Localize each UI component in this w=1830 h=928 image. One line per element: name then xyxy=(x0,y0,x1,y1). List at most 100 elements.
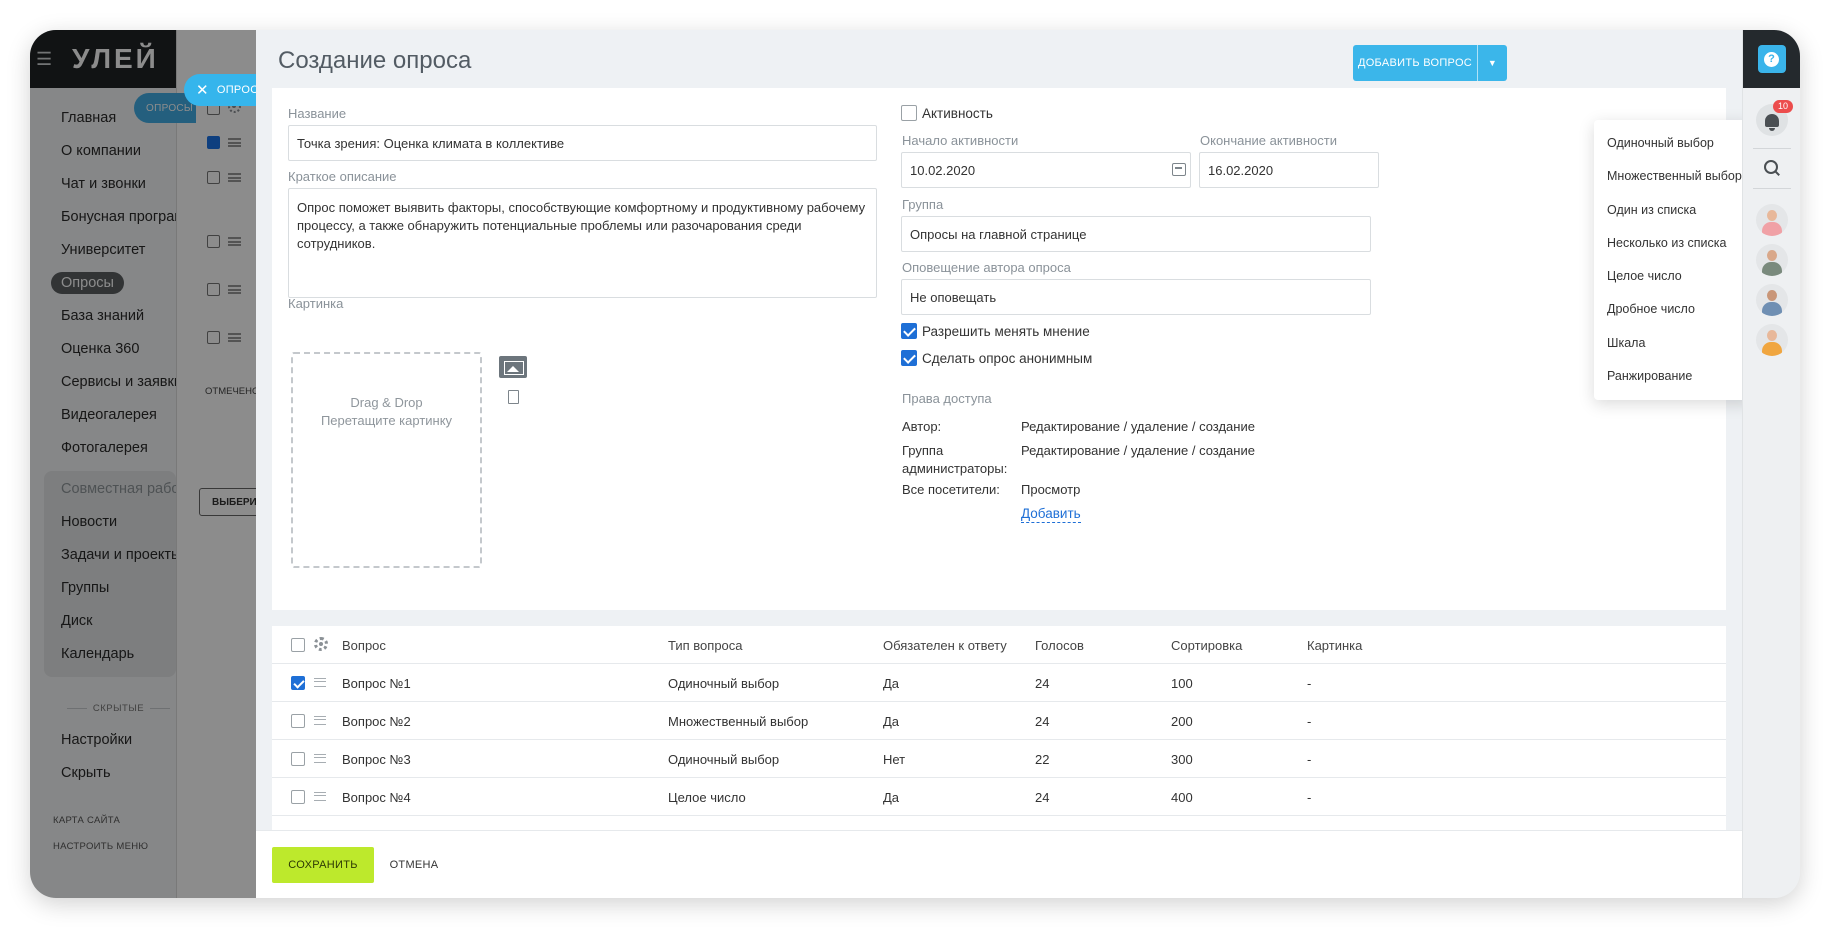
drag-handle-icon[interactable] xyxy=(314,792,326,801)
description-label: Краткое описание xyxy=(288,169,397,184)
column-header[interactable]: Тип вопроса xyxy=(668,638,743,653)
avatar-head xyxy=(1767,210,1777,221)
cancel-button[interactable]: ОТМЕНА xyxy=(382,847,446,883)
access-rights: Редактирование / удаление / создание xyxy=(1021,443,1255,458)
question-type: Одиночный выбор xyxy=(668,752,780,767)
start-date-input[interactable]: 10.02.2020 xyxy=(901,152,1191,188)
question-name[interactable]: Вопрос №3 xyxy=(342,752,411,767)
question-type-menu: Одиночный выбор Множественный выбор Один… xyxy=(1594,120,1753,400)
question-required: Нет xyxy=(883,752,906,767)
avatar[interactable] xyxy=(1756,324,1788,356)
menu-item-decimal[interactable]: Дробное число xyxy=(1594,293,1753,326)
question-name[interactable]: Вопрос №1 xyxy=(342,676,411,691)
end-date-input[interactable]: 16.02.2020 xyxy=(1199,152,1379,188)
add-question-label: ДОБАВИТЬ ВОПРОС xyxy=(1357,57,1473,69)
page-title: Создание опроса xyxy=(278,47,472,74)
menu-item-ranking[interactable]: Ранжирование xyxy=(1594,360,1753,393)
active-label: Активность xyxy=(922,106,993,121)
access-rights: Редактирование / удаление / создание xyxy=(1021,419,1255,434)
access-role: Все посетители: xyxy=(902,482,1000,497)
add-access-link[interactable]: Добавить xyxy=(1021,506,1081,523)
bell-icon xyxy=(1765,113,1779,131)
question-name[interactable]: Вопрос №4 xyxy=(342,790,411,805)
select-all-checkbox[interactable] xyxy=(291,638,305,652)
survey-form: Название Точка зрения: Оценка климата в … xyxy=(272,88,1726,610)
menu-item-multiple-choice[interactable]: Множественный выбор xyxy=(1594,160,1753,193)
file-icon[interactable] xyxy=(508,390,519,404)
question-type: Целое число xyxy=(668,790,746,805)
survey-panel: Создание опроса ДОБАВИТЬ ВОПРОС ▼ Назван… xyxy=(256,30,1742,898)
column-header[interactable]: Обязателен к ответу xyxy=(883,638,1007,653)
access-rights: Просмотр xyxy=(1021,482,1081,497)
menu-item-one-of-list[interactable]: Один из списка xyxy=(1594,194,1753,227)
column-header[interactable]: Сортировка xyxy=(1171,638,1242,653)
save-button[interactable]: СОХРАНИТЬ xyxy=(272,847,374,883)
row-checkbox[interactable] xyxy=(291,790,305,804)
avatar[interactable] xyxy=(1756,244,1788,276)
avatar-body xyxy=(1762,342,1782,356)
question-votes: 24 xyxy=(1035,790,1050,805)
question-name[interactable]: Вопрос №2 xyxy=(342,714,411,729)
table-header: Вопрос Тип вопроса Обязателен к ответу Г… xyxy=(272,626,1726,664)
avatar-head xyxy=(1767,290,1777,301)
table-row[interactable]: Вопрос №1 Одиночный выбор Да 24 100 - xyxy=(272,664,1726,702)
menu-item-scale[interactable]: Шкала xyxy=(1594,327,1753,360)
drag-handle-icon[interactable] xyxy=(314,754,326,763)
chevron-down-icon[interactable]: ▼ xyxy=(1477,45,1507,81)
active-checkbox[interactable] xyxy=(901,105,917,121)
notifications-badge: 10 xyxy=(1773,100,1793,113)
name-label: Название xyxy=(288,106,347,121)
image-icon[interactable] xyxy=(499,356,527,378)
menu-item-integer[interactable]: Целое число xyxy=(1594,260,1753,293)
help-icon: ? xyxy=(1764,51,1779,67)
allow-change-checkbox[interactable] xyxy=(901,323,917,339)
question-required: Да xyxy=(883,790,900,805)
question-image: - xyxy=(1307,790,1312,805)
start-date-label: Начало активности xyxy=(902,133,1019,148)
image-dropzone[interactable]: Drag & Drop Перетащите картинку xyxy=(291,352,482,568)
add-question-button[interactable]: ДОБАВИТЬ ВОПРОС ▼ xyxy=(1353,45,1507,81)
column-header[interactable]: Вопрос xyxy=(342,638,386,653)
divider xyxy=(1753,188,1791,189)
name-input[interactable]: Точка зрения: Оценка климата в коллектив… xyxy=(288,125,877,161)
help-button[interactable]: ? xyxy=(1757,45,1786,73)
close-panel-button[interactable]: ✕ ОПРОС xyxy=(184,74,258,106)
column-header[interactable]: Голосов xyxy=(1035,638,1084,653)
table-row[interactable]: Вопрос №2 Множественный выбор Да 24 200 … xyxy=(272,702,1726,740)
gear-icon[interactable] xyxy=(314,637,328,651)
question-votes: 24 xyxy=(1035,676,1050,691)
row-checkbox[interactable] xyxy=(291,752,305,766)
access-role: Автор: xyxy=(902,419,942,434)
menu-item-single-choice[interactable]: Одиночный выбор xyxy=(1594,127,1753,160)
question-image: - xyxy=(1307,676,1312,691)
question-image: - xyxy=(1307,752,1312,767)
drag-handle-icon[interactable] xyxy=(314,678,326,687)
menu-item-several-of-list[interactable]: Несколько из списка xyxy=(1594,227,1753,260)
question-sort: 300 xyxy=(1171,752,1193,767)
avatar-body xyxy=(1762,262,1782,276)
image-label: Картинка xyxy=(288,296,344,311)
avatar[interactable] xyxy=(1756,204,1788,236)
row-checkbox[interactable] xyxy=(291,676,305,690)
anonymous-checkbox[interactable] xyxy=(901,350,917,366)
avatar-body xyxy=(1762,302,1782,316)
drag-handle-icon[interactable] xyxy=(314,716,326,725)
avatar[interactable] xyxy=(1756,284,1788,316)
table-row[interactable]: Вопрос №4 Целое число Да 24 400 - xyxy=(272,778,1726,816)
anonymous-label: Сделать опрос анонимным xyxy=(922,351,1093,366)
access-role: Группа администраторы: xyxy=(902,443,1008,476)
row-checkbox[interactable] xyxy=(291,714,305,728)
end-date-label: Окончание активности xyxy=(1200,133,1337,148)
group-select[interactable]: Опросы на главной странице xyxy=(901,216,1371,252)
question-sort: 400 xyxy=(1171,790,1193,805)
notify-select[interactable]: Не оповещать xyxy=(901,279,1371,315)
column-header[interactable]: Картинка xyxy=(1307,638,1362,653)
calendar-icon[interactable] xyxy=(1172,163,1186,176)
search-icon[interactable] xyxy=(1764,160,1780,176)
description-textarea[interactable]: Опрос поможет выявить факторы, способств… xyxy=(288,188,877,298)
divider xyxy=(1753,148,1791,149)
group-label: Группа xyxy=(902,197,944,212)
question-votes: 24 xyxy=(1035,714,1050,729)
table-row[interactable]: Вопрос №3 Одиночный выбор Нет 22 300 - xyxy=(272,740,1726,778)
question-sort: 100 xyxy=(1171,676,1193,691)
